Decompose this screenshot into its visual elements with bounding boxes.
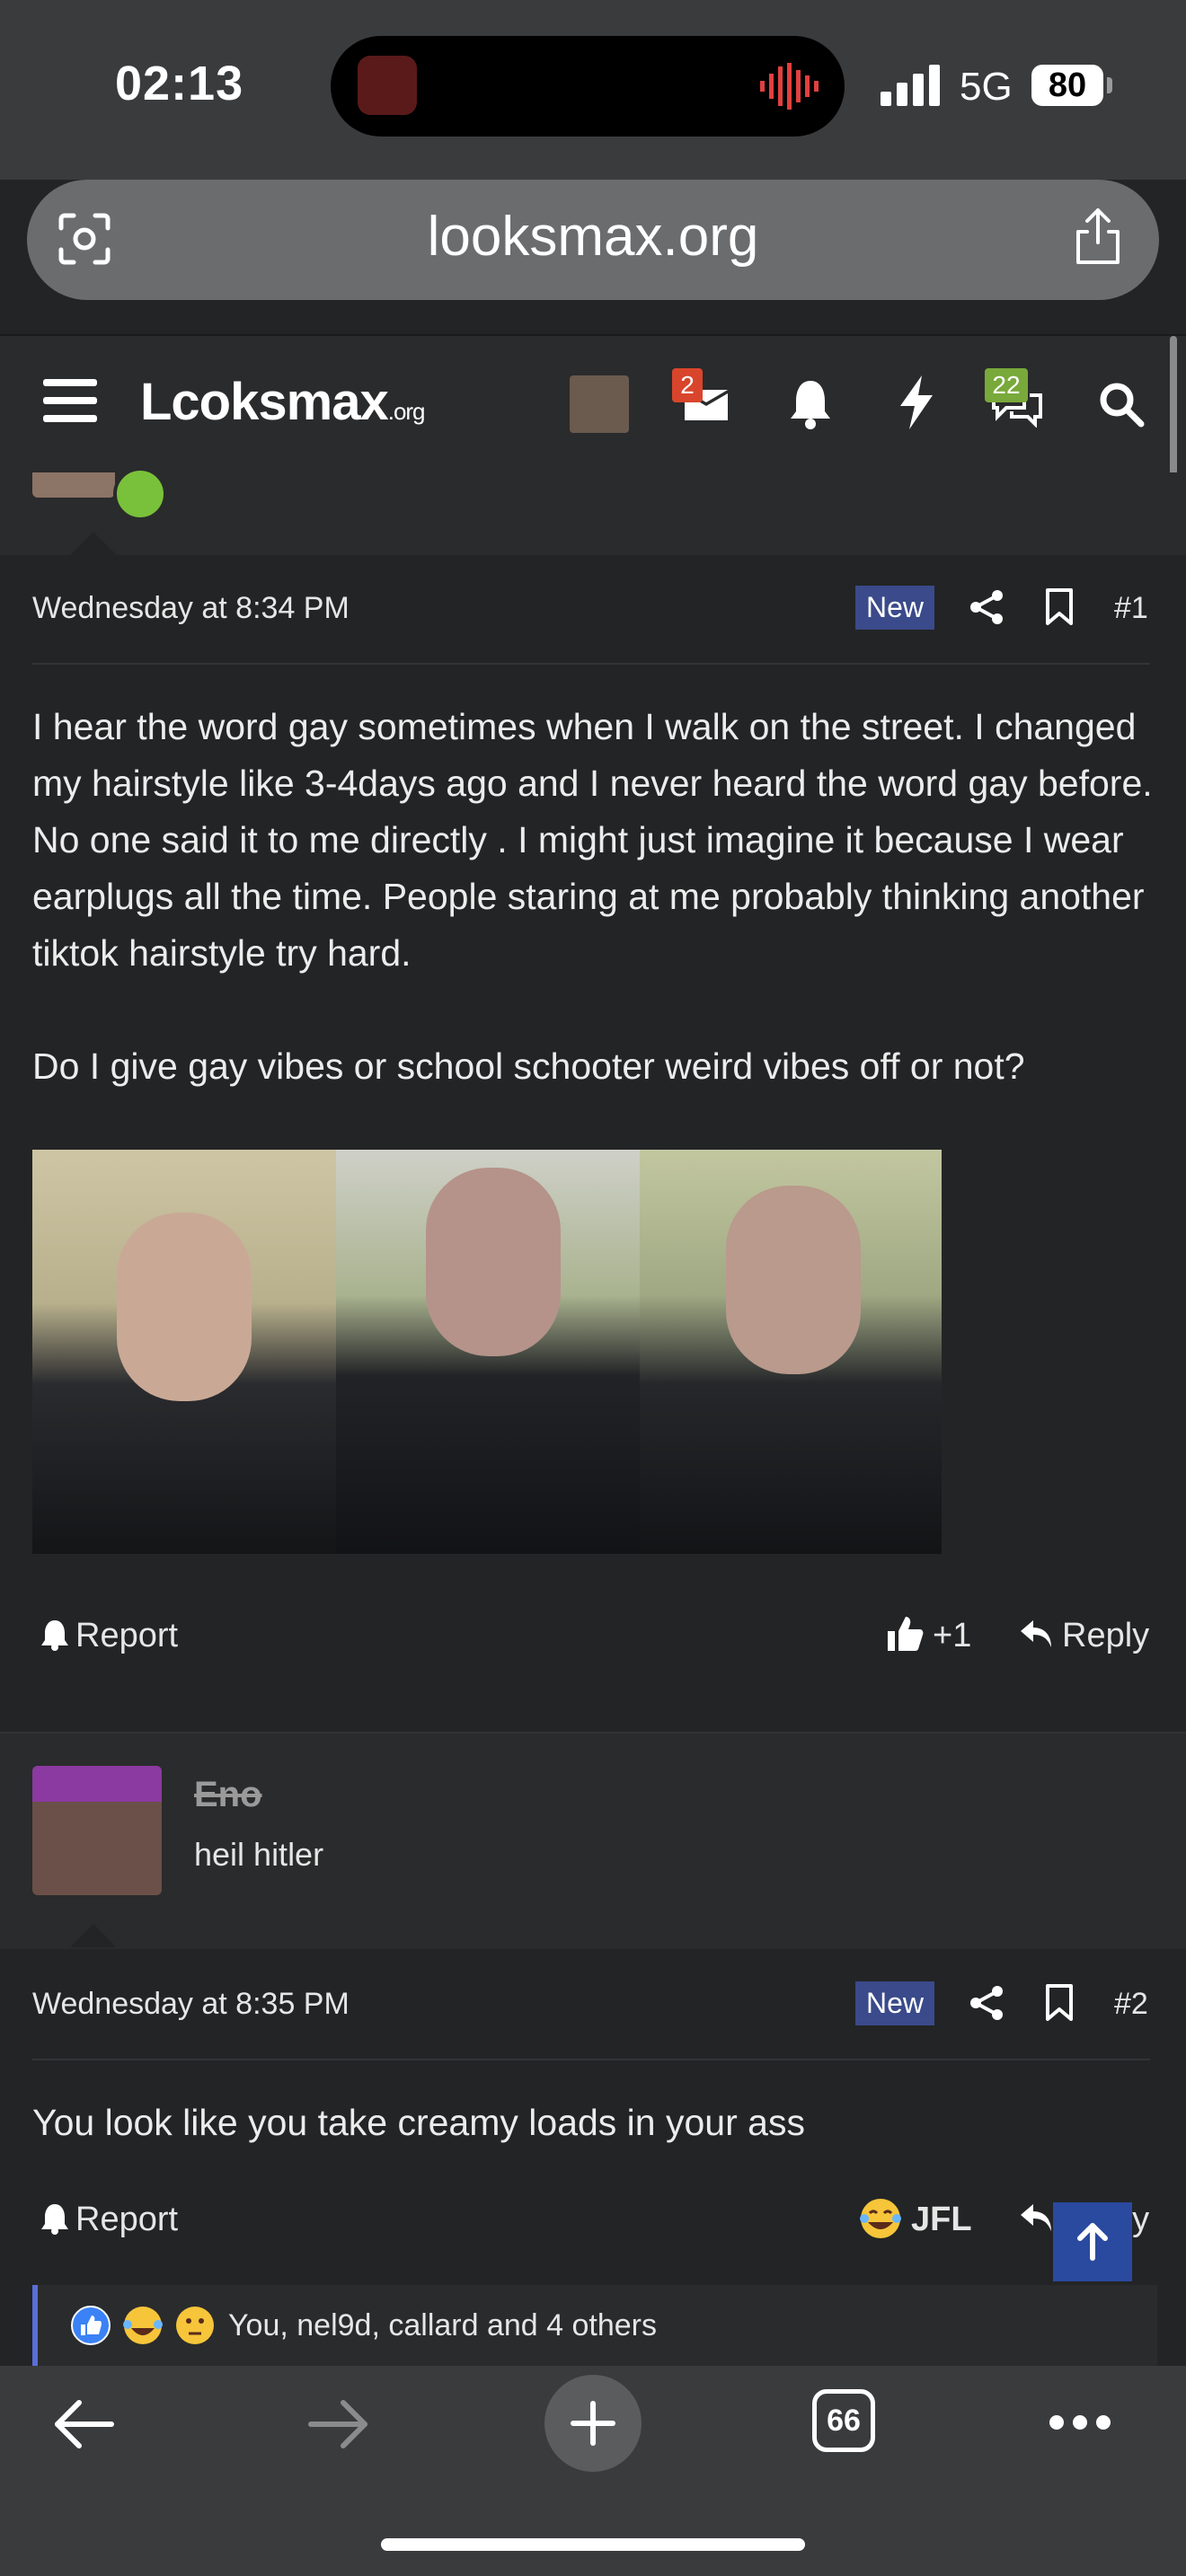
logo-text: Lcoksmax [140,373,389,431]
post2-user-title: heil hitler [194,1836,324,1873]
arrow-up-icon [1077,2223,1108,2261]
logo-suffix: .org [387,398,426,425]
report-link[interactable]: Report [75,1617,178,1655]
avatar-hair [32,1766,162,1802]
thumbs-up-icon[interactable] [886,1615,924,1653]
post1-body: I hear the word gay sometimes when I wal… [32,699,1157,1095]
post-caret [70,1924,117,1947]
post1-new-badge: New [855,586,935,630]
image-face [726,1186,861,1374]
online-indicator [113,467,167,521]
bookmark-icon[interactable] [1044,1983,1075,2023]
post2-number[interactable]: #2 [1114,1987,1148,2022]
report-bell-icon[interactable] [40,1619,70,1651]
reaction-label[interactable]: JFL [911,2201,972,2239]
now-playing-app-icon [358,56,417,115]
like-emoji-icon [71,2306,111,2345]
menu-icon[interactable] [43,377,97,424]
share-post-icon[interactable] [969,589,1005,625]
reply-icon[interactable] [1019,1619,1053,1649]
post1-number[interactable]: #1 [1114,591,1148,626]
post2-timestamp[interactable]: Wednesday at 8:35 PM [32,1987,350,2022]
network-type: 5G [960,65,1013,109]
image-face [426,1168,561,1356]
inbox-badge: 2 [672,368,703,402]
more-options-icon[interactable] [1048,2413,1112,2432]
post1-timestamp[interactable]: Wednesday at 8:34 PM [32,591,350,626]
audio-waveform-icon [760,63,819,110]
crying-laughing-emoji-icon[interactable] [859,2197,902,2240]
thinking-emoji-icon [176,2307,214,2344]
signal-strength-icon [881,65,940,106]
post-caret [70,532,117,555]
clock: 02:13 [115,57,244,110]
laughing-emoji-icon [123,2307,163,2344]
post2-avatar[interactable] [32,1766,162,1895]
scroll-to-top-button[interactable] [1053,2202,1132,2281]
reply-icon[interactable] [1019,2202,1053,2233]
lightning-icon[interactable] [898,375,934,429]
home-indicator [381,2538,805,2551]
search-icon[interactable] [1098,381,1145,428]
post1-avatar[interactable] [32,472,115,498]
bell-icon[interactable] [789,377,832,429]
divider [32,2059,1150,2060]
site-logo[interactable]: Lcoksmax.org [140,372,426,432]
post-image[interactable] [32,1150,336,1554]
image-face [117,1213,252,1401]
reply-link[interactable]: Reply [1062,1617,1149,1655]
post2-new-badge: New [855,1981,935,2025]
plus-icon [571,2401,615,2446]
back-arrow-icon[interactable] [52,2398,117,2450]
post-image[interactable] [336,1150,640,1554]
post1-paragraph: I hear the word gay sometimes when I wal… [32,706,1153,974]
reactions-bar[interactable]: You, nel9d, callard and 4 others [32,2285,1157,2368]
tab-switcher-button[interactable]: 66 [812,2389,875,2452]
share-post-icon[interactable] [969,1985,1005,2021]
post1-user-strip [0,472,1186,555]
battery-level: 80 [1031,65,1103,106]
post-image[interactable] [640,1150,942,1554]
post2-user-strip [0,1732,1186,1949]
report-link[interactable]: Report [75,2201,178,2239]
report-bell-icon[interactable] [40,2202,70,2235]
divider [32,663,1150,665]
new-tab-button[interactable] [544,2375,642,2472]
share-icon[interactable] [1071,207,1125,266]
post2-body: You look like you take creamy loads in y… [32,2102,805,2143]
chat-badge: 22 [985,368,1028,402]
account-avatar[interactable] [570,375,629,433]
url-text[interactable]: looksmax.org [0,205,1186,269]
reactions-summary[interactable]: You, nel9d, callard and 4 others [228,2308,657,2343]
battery-tip [1107,77,1112,93]
bookmark-icon[interactable] [1044,587,1075,627]
reaction-count[interactable]: +1 [933,1617,971,1655]
post2-username[interactable]: Eno [194,1775,262,1815]
post1-paragraph: Do I give gay vibes or school schooter w… [32,1045,1025,1087]
forward-arrow-icon[interactable] [305,2398,370,2450]
